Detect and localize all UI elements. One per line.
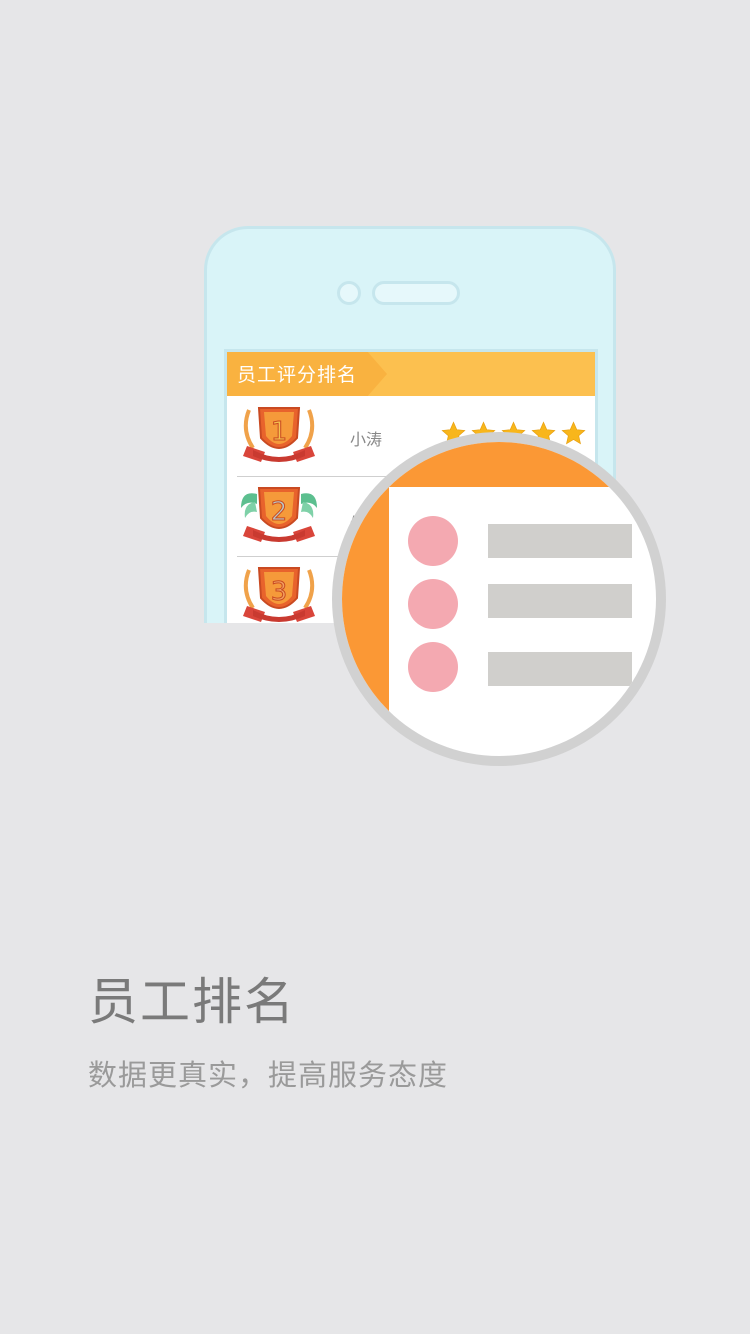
magnifier-lens xyxy=(342,442,656,756)
medal-icon: 2 xyxy=(241,487,317,542)
medal-icon: 3 xyxy=(243,567,315,622)
list-bar xyxy=(488,524,632,558)
lens-side-bar xyxy=(342,442,389,756)
list-bar xyxy=(488,652,632,686)
phone-speaker xyxy=(372,281,460,305)
list-dot xyxy=(408,642,458,692)
medal-number: 3 xyxy=(271,577,288,607)
phone-camera xyxy=(337,281,361,305)
onboarding-page: 员工评分排名 1 小涛 2 3 员工排名 数据更真实，提高服务态度 xyxy=(0,0,750,1334)
list-dot xyxy=(408,579,458,629)
lens-header-bar xyxy=(342,442,656,487)
medal-icon: 1 xyxy=(243,407,315,462)
medal-number: 1 xyxy=(271,417,288,447)
list-dot xyxy=(408,516,458,566)
medal-number: 2 xyxy=(271,497,288,527)
page-title: 员工排名 xyxy=(88,973,296,1031)
screen-title: 员工评分排名 xyxy=(237,364,358,386)
magnifier-icon xyxy=(332,432,666,766)
screen-header: 员工评分排名 xyxy=(227,352,595,396)
list-bar xyxy=(488,584,632,618)
page-subtitle: 数据更真实，提高服务态度 xyxy=(88,1058,449,1092)
